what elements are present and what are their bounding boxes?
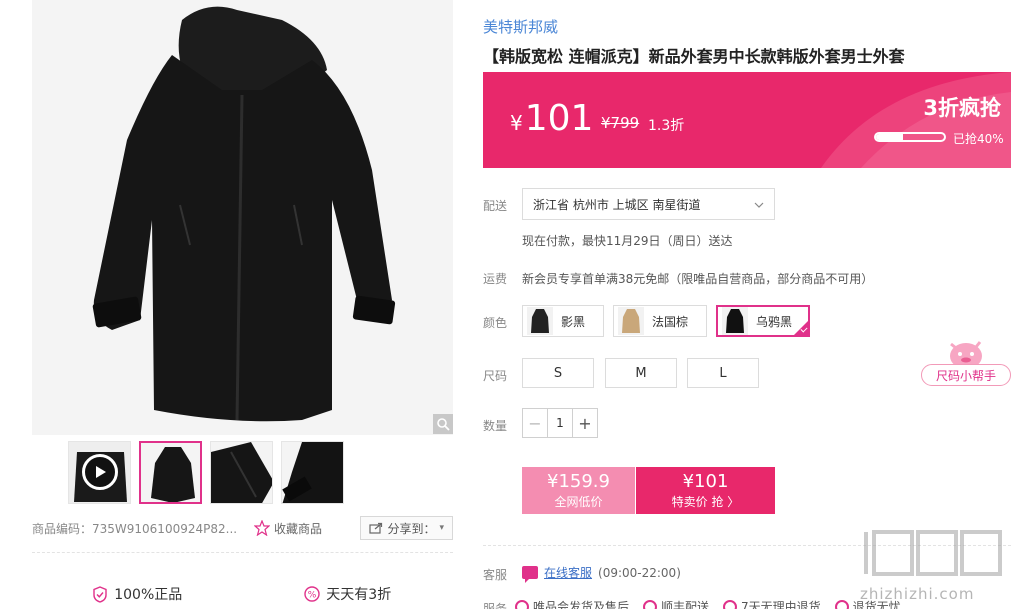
sold-progress-text: 已抢40% — [953, 132, 1004, 146]
color-option-label: 乌鸦黑 — [756, 314, 793, 329]
check-circle-icon — [643, 599, 658, 609]
current-price: ¥101 — [510, 98, 593, 139]
size-option-l[interactable]: L — [687, 358, 759, 388]
service-item-label: 7天无理由退货 — [741, 600, 821, 609]
service-list: 唯品会发货及售后 顺丰配送 7天无理由退货 退货无忧 — [515, 598, 901, 609]
service-item-label: 唯品会发货及售后 — [533, 600, 630, 609]
selected-check-icon — [794, 321, 808, 335]
online-service-link[interactable]: 在线客服 — [544, 564, 592, 581]
currency-symbol: ¥ — [510, 111, 523, 135]
customer-service-label: 客服 — [483, 568, 508, 582]
size-helper-button[interactable]: 尺码小帮手 — [921, 364, 1011, 386]
star-icon — [254, 520, 270, 536]
market-price: ¥159.9 — [547, 471, 610, 492]
check-circle-icon — [515, 599, 529, 609]
thumbnail-video[interactable] — [68, 441, 131, 504]
promise-authentic: 100%正品 — [32, 584, 243, 604]
service-item: 顺丰配送 — [643, 598, 709, 609]
service-item: 7天无理由退货 — [723, 598, 821, 609]
color-option-crow-black[interactable]: 乌鸦黑 — [716, 305, 810, 337]
main-product-image[interactable] — [32, 0, 453, 435]
price-panel: ¥101 ¥799 1.3折 3折疯抢 已抢40% — [483, 72, 1011, 168]
thumbnail-strip — [68, 441, 344, 504]
size-option-m[interactable]: M — [605, 358, 677, 388]
chevron-down-icon: ▾ — [439, 523, 444, 533]
color-swatch — [722, 307, 748, 335]
divider — [32, 552, 453, 553]
favorite-label: 收藏商品 — [274, 521, 323, 536]
address-value: 浙江省 杭州市 上城区 南星街道 — [533, 197, 701, 212]
promise-label: 100%正品 — [114, 587, 183, 603]
check-circle-icon — [834, 599, 849, 609]
shipping-label: 运费 — [483, 272, 508, 286]
thumbnail-1[interactable] — [139, 441, 202, 504]
sold-progress-bar — [874, 132, 946, 142]
product-title: 【韩版宽松 连帽派克】新品外套男中长款韩版外套男士外套 — [483, 47, 905, 66]
discount-rate: 1.3折 — [648, 118, 685, 134]
thumbnail-3[interactable] — [281, 441, 344, 504]
sale-price: ¥101 — [682, 471, 729, 492]
color-swatch — [618, 307, 644, 335]
market-price-button[interactable]: ¥159.9 全网低价 — [522, 467, 635, 514]
market-price-label: 全网低价 — [554, 495, 603, 509]
zoom-button[interactable] — [433, 414, 453, 434]
quantity-input[interactable]: 1 — [547, 409, 573, 437]
color-label: 颜色 — [483, 316, 508, 330]
color-swatch — [527, 307, 553, 335]
customer-service-row: 在线客服 (09:00-22:00) — [522, 564, 681, 583]
sku-code: 商品编码：735W9106100924P82... — [32, 521, 238, 536]
sale-price-label: 特卖价 抢 〉 — [671, 495, 740, 509]
service-item-label: 顺丰配送 — [661, 600, 710, 609]
watermark-url: zhizhizhi.com — [860, 585, 975, 603]
favorite-button[interactable]: 收藏商品 — [254, 520, 322, 537]
original-price: ¥799 — [601, 114, 640, 132]
flash-sale-title: 3折疯抢 — [923, 96, 1001, 120]
size-option-s[interactable]: S — [522, 358, 594, 388]
service-item: 唯品会发货及售后 — [515, 598, 629, 609]
promise-discount: % 天天有3折 — [243, 584, 454, 604]
current-price-value: 101 — [524, 98, 594, 139]
services-label: 服务 — [483, 602, 508, 609]
promise-bar: 100%正品 % 天天有3折 — [32, 584, 453, 604]
color-option-label: 影黑 — [561, 314, 586, 329]
thumbnail-2[interactable] — [210, 441, 273, 504]
product-meta-row: 商品编码：735W9106100924P82... 收藏商品 分享到： ▾ — [32, 514, 453, 542]
sold-progress-fill — [876, 134, 904, 140]
svg-text:%: % — [308, 591, 317, 601]
color-option-french-brown[interactable]: 法国棕 — [613, 305, 707, 337]
magnifier-icon — [437, 418, 450, 431]
share-icon — [369, 522, 383, 534]
chat-icon — [522, 566, 538, 583]
buy-now-button[interactable]: ¥101 特卖价 抢 〉 — [636, 467, 775, 514]
shipping-note: 新会员专享首单满38元免邮（限唯品自营商品，部分商品不可用） — [522, 272, 874, 286]
promise-label: 天天有3折 — [326, 587, 392, 603]
color-option-shadow-black[interactable]: 影黑 — [522, 305, 604, 337]
quantity-label: 数量 — [483, 419, 508, 433]
brand-link[interactable]: 美特斯邦威 — [483, 16, 558, 37]
chevron-down-icon — [754, 197, 764, 211]
percent-icon: % — [304, 586, 320, 602]
address-select[interactable]: 浙江省 杭州市 上城区 南星街道 — [522, 188, 775, 220]
increment-button[interactable]: + — [573, 409, 597, 437]
share-label: 分享到： — [387, 521, 436, 536]
play-icon[interactable] — [82, 454, 118, 490]
shield-check-icon — [93, 585, 107, 603]
quantity-stepper: − 1 + — [522, 408, 598, 438]
size-label: 尺码 — [483, 369, 508, 383]
check-circle-icon — [723, 599, 738, 609]
delivery-note: 现在付款，最快11月29日（周日）送达 — [522, 234, 733, 248]
decrement-button[interactable]: − — [523, 409, 547, 437]
color-option-label: 法国棕 — [652, 314, 689, 329]
share-dropdown[interactable]: 分享到： ▾ — [360, 516, 453, 540]
delivery-label: 配送 — [483, 199, 508, 213]
service-hours: (09:00-22:00) — [598, 565, 681, 580]
